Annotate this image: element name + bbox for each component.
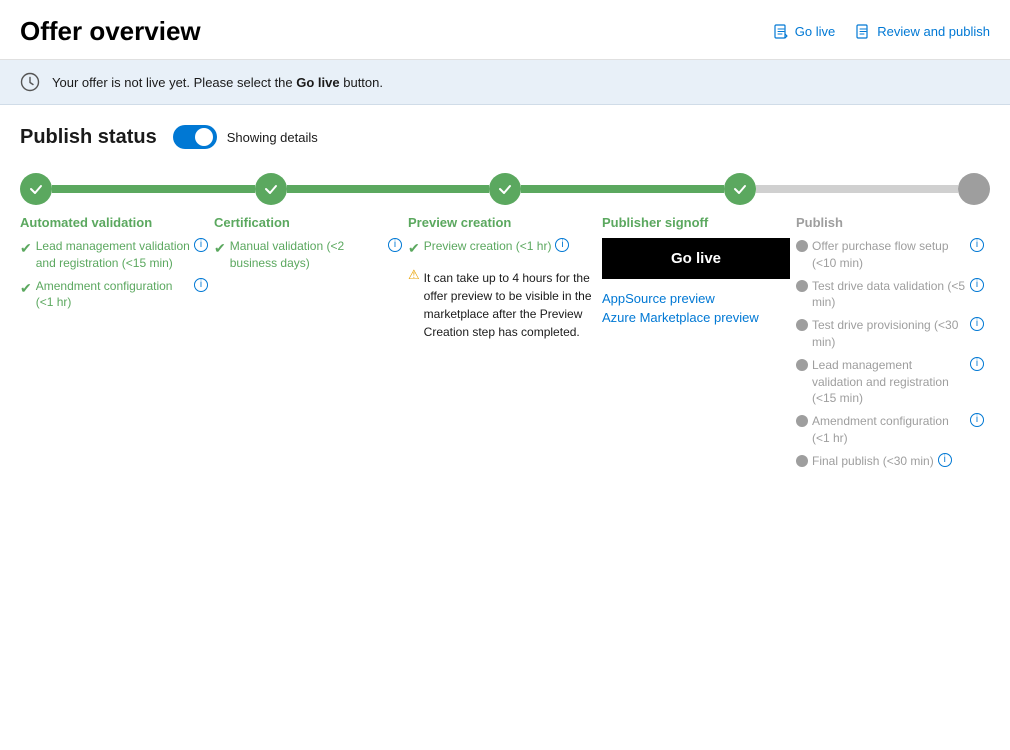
info-icon-amendment-publish[interactable]: i <box>970 413 984 427</box>
go-live-icon <box>773 24 789 40</box>
step-preview-creation: Preview creation ✔ Preview creation (<1 … <box>408 215 602 476</box>
sub-item-amendment-publish: Amendment configuration (<1 hr) i <box>796 413 984 447</box>
step-line-2 <box>287 185 490 193</box>
review-publish-icon <box>855 24 871 40</box>
go-live-button[interactable]: Go live <box>773 24 835 40</box>
sub-item-amendment: ✔ Amendment configuration (<1 hr) i <box>20 278 208 312</box>
sub-item-manual-validation: ✔ Manual validation (<2 business days) i <box>214 238 402 272</box>
azure-marketplace-preview-link[interactable]: Azure Marketplace preview <box>602 310 790 325</box>
pending-dot-lead-mgmt <box>796 359 808 371</box>
step-automated-validation: Automated validation ✔ Lead management v… <box>20 215 214 476</box>
step-publisher-signoff: Publisher signoff Go live AppSource prev… <box>602 215 796 476</box>
sub-item-offer-purchase: Offer purchase flow setup (<10 min) i <box>796 238 984 272</box>
step-circle-automated-validation <box>20 173 52 205</box>
toggle-thumb <box>195 128 213 146</box>
step-circle-certification <box>255 173 287 205</box>
sub-item-lead-management: ✔ Lead management validation and registr… <box>20 238 208 272</box>
info-icon-manual[interactable]: i <box>388 238 402 252</box>
info-icon-lead[interactable]: i <box>194 238 208 252</box>
step-name-publish: Publish <box>796 215 984 230</box>
header-actions: Go live Review and publish <box>773 24 990 40</box>
review-publish-label: Review and publish <box>877 24 990 39</box>
sub-item-lead-mgmt-publish: Lead management validation and registrat… <box>796 357 984 407</box>
step-name-publisher-signoff: Publisher signoff <box>602 215 790 230</box>
details-toggle[interactable] <box>173 125 217 149</box>
step-circle-publisher-signoff <box>724 173 756 205</box>
check-icon-lead: ✔ <box>20 239 32 259</box>
step-line-4 <box>756 185 959 193</box>
pending-dot-test-drive-data <box>796 280 808 292</box>
info-icon-final-publish[interactable]: i <box>938 453 952 467</box>
steps-grid: Automated validation ✔ Lead management v… <box>20 215 990 476</box>
info-banner: Your offer is not live yet. Please selec… <box>0 60 1010 105</box>
step-line-1 <box>52 185 255 193</box>
toggle-container: Showing details <box>173 125 318 149</box>
pending-dot-test-drive-prov <box>796 319 808 331</box>
step-circle-preview-creation <box>489 173 521 205</box>
main-content: Publish status Showing details <box>0 105 1010 496</box>
step-publish: Publish Offer purchase flow setup (<10 m… <box>796 215 990 476</box>
step-name-automated-validation: Automated validation <box>20 215 208 230</box>
check-icon-amendment: ✔ <box>20 279 32 299</box>
review-publish-button[interactable]: Review and publish <box>855 24 990 40</box>
pending-dot-offer-purchase <box>796 240 808 252</box>
step-name-certification: Certification <box>214 215 402 230</box>
sub-item-preview-warning: ⚠ It can take up to 4 hours for the offe… <box>408 265 596 341</box>
info-icon-preview[interactable]: i <box>555 238 569 252</box>
warning-icon-preview: ⚠ <box>408 266 420 284</box>
go-live-action-button[interactable]: Go live <box>602 238 790 279</box>
pending-dot-amendment <box>796 415 808 427</box>
sub-item-preview-creation: ✔ Preview creation (<1 hr) i <box>408 238 596 259</box>
banner-text: Your offer is not live yet. Please selec… <box>52 75 383 90</box>
go-live-label: Go live <box>795 24 835 39</box>
sub-item-final-publish: Final publish (<30 min) i <box>796 453 984 470</box>
publish-status-header: Publish status Showing details <box>20 125 990 149</box>
pending-dot-final-publish <box>796 455 808 467</box>
publish-status-title: Publish status <box>20 126 157 149</box>
sub-item-test-drive-data: Test drive data validation (<5 min) i <box>796 278 984 312</box>
timeline-row <box>20 173 990 205</box>
clock-icon <box>20 72 40 92</box>
toggle-label: Showing details <box>227 130 318 145</box>
step-name-preview-creation: Preview creation <box>408 215 596 230</box>
info-icon-amendment[interactable]: i <box>194 278 208 292</box>
check-icon-manual: ✔ <box>214 239 226 259</box>
info-icon-test-drive-prov[interactable]: i <box>970 317 984 331</box>
page-header: Offer overview Go live Review and publis… <box>0 0 1010 60</box>
step-certification: Certification ✔ Manual validation (<2 bu… <box>214 215 408 476</box>
page-title: Offer overview <box>20 16 201 47</box>
step-line-3 <box>521 185 724 193</box>
check-icon-preview: ✔ <box>408 239 420 259</box>
info-icon-lead-mgmt-publish[interactable]: i <box>970 357 984 371</box>
step-circle-publish <box>958 173 990 205</box>
appsource-preview-link[interactable]: AppSource preview <box>602 291 790 306</box>
info-icon-test-drive-data[interactable]: i <box>970 278 984 292</box>
info-icon-offer-purchase[interactable]: i <box>970 238 984 252</box>
sub-item-test-drive-prov: Test drive provisioning (<30 min) i <box>796 317 984 351</box>
